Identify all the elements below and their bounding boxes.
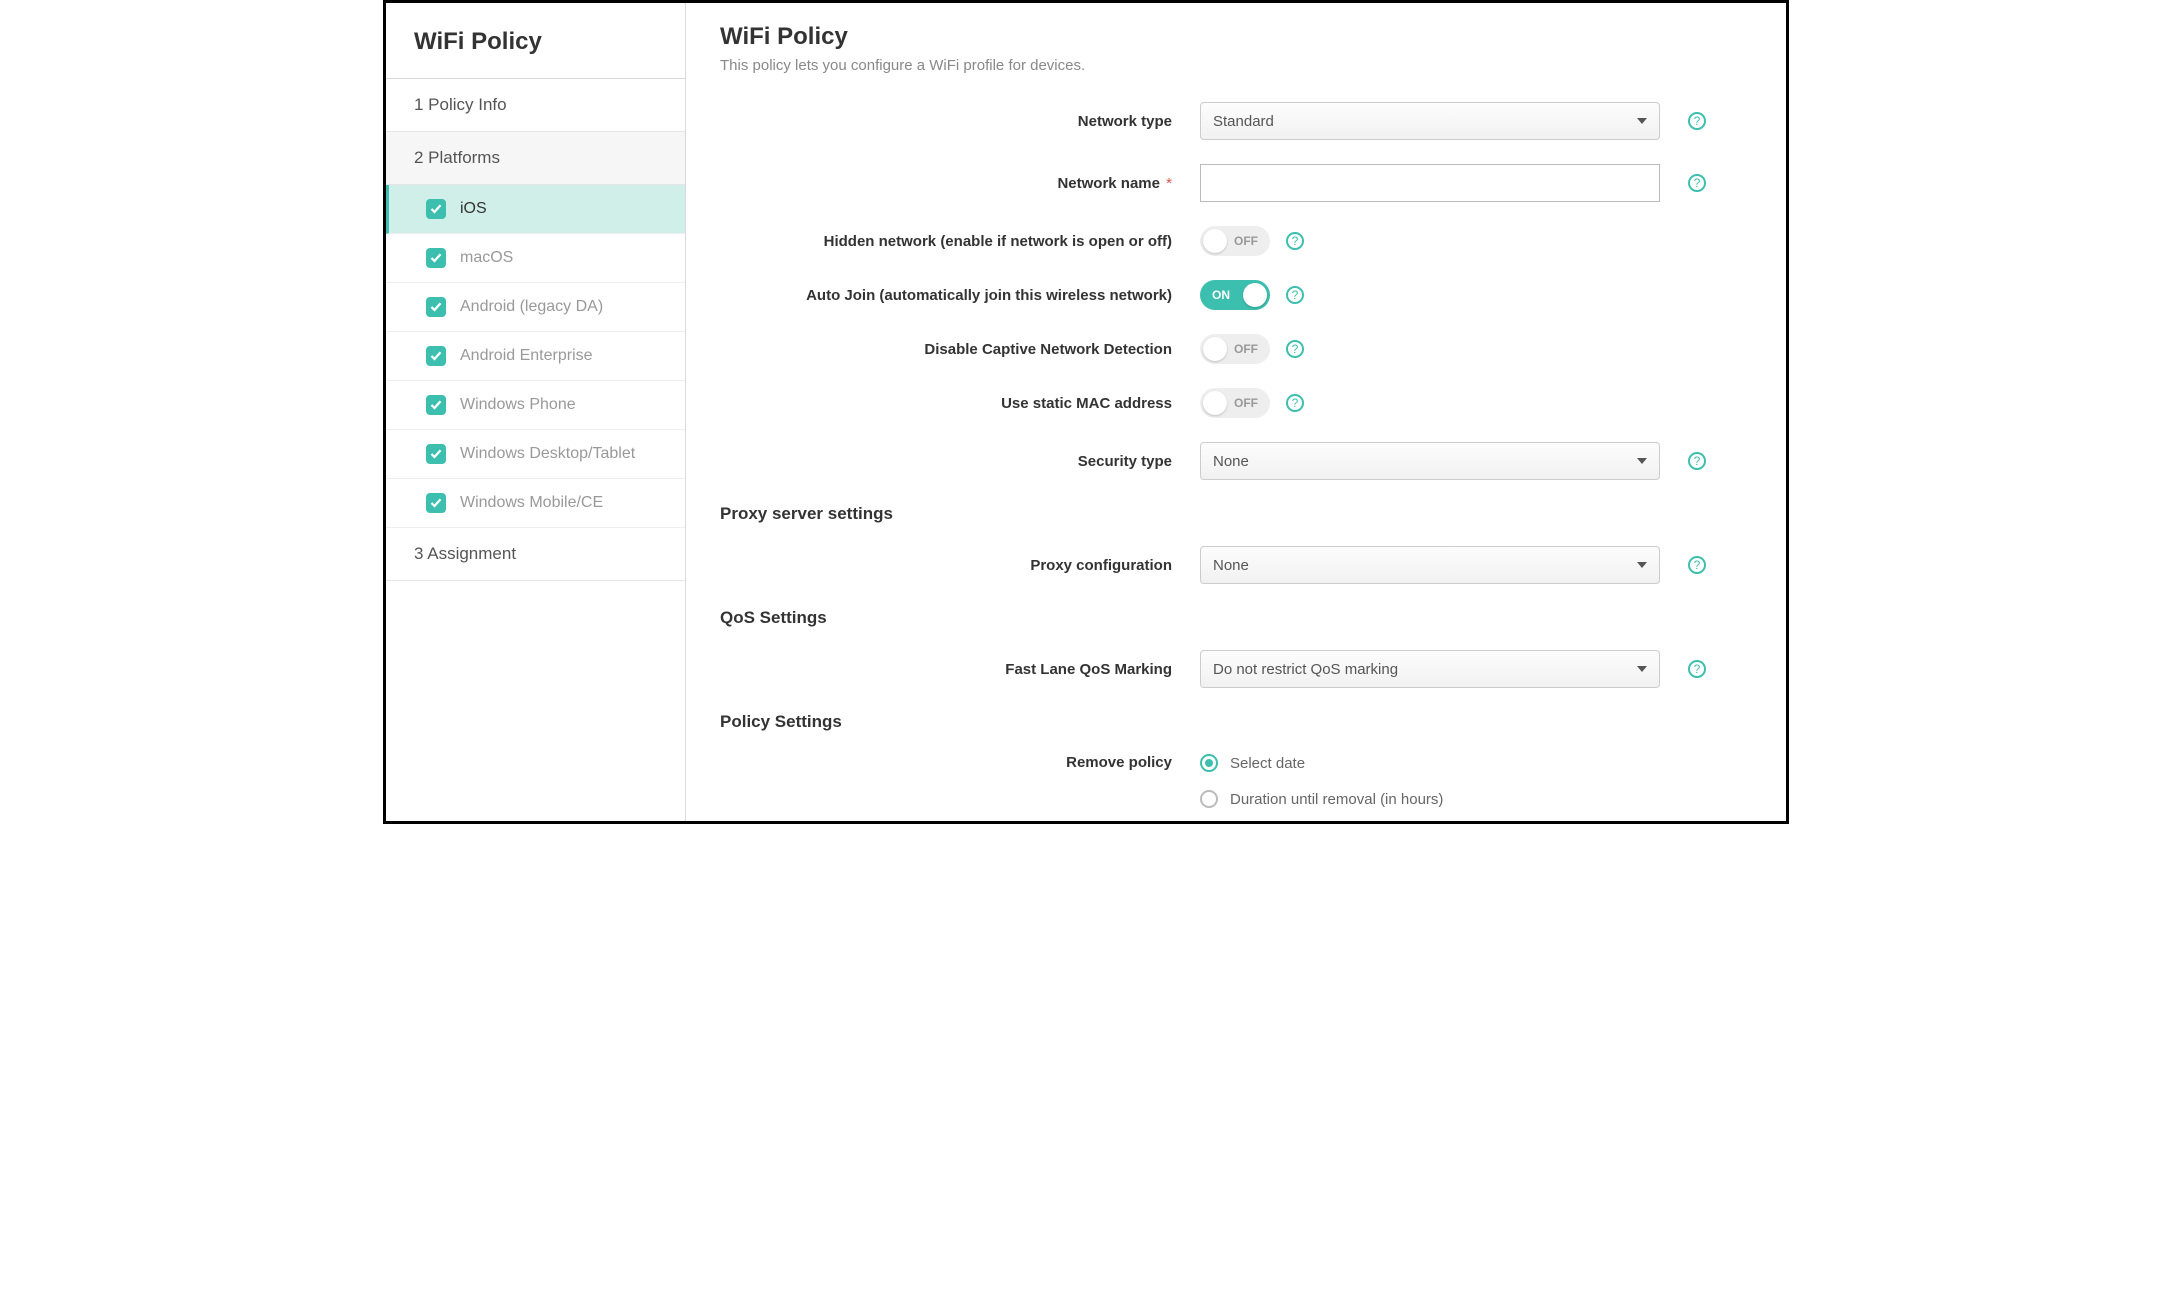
check-icon [426,248,446,268]
label-hidden-network: Hidden network (enable if network is ope… [720,233,1200,250]
label-network-type: Network type [720,113,1200,130]
help-icon[interactable]: ? [1286,286,1304,304]
select-fast-lane[interactable]: Do not restrict QoS marking [1200,650,1660,688]
check-icon [426,297,446,317]
label-proxy-config: Proxy configuration [720,557,1200,574]
help-icon[interactable]: ? [1286,232,1304,250]
platform-label: Windows Desktop/Tablet [460,445,635,463]
toggle-static-mac[interactable]: OFF [1200,388,1270,418]
platform-label: iOS [460,200,487,218]
platform-windows-phone[interactable]: Windows Phone [386,381,685,430]
page-subtitle: This policy lets you configure a WiFi pr… [720,57,1752,74]
step-assignment[interactable]: 3 Assignment [386,528,685,581]
label-static-mac: Use static MAC address [720,395,1200,412]
toggle-auto-join[interactable]: ON [1200,280,1270,310]
radio-label: Duration until removal (in hours) [1230,791,1443,808]
toggle-knob [1203,229,1227,253]
chevron-down-icon [1637,458,1647,464]
select-proxy-config[interactable]: None [1200,546,1660,584]
platform-label: Windows Phone [460,396,576,414]
help-icon[interactable]: ? [1688,112,1706,130]
page-title: WiFi Policy [720,23,1752,51]
label-security-type: Security type [720,453,1200,470]
section-proxy: Proxy server settings [720,504,1752,524]
input-network-name[interactable] [1200,164,1660,202]
sidebar-title: WiFi Policy [386,3,685,79]
help-icon[interactable]: ? [1688,174,1706,192]
platform-label: Android Enterprise [460,347,593,365]
radio-label: Select date [1230,755,1305,772]
select-network-type[interactable]: Standard [1200,102,1660,140]
section-qos: QoS Settings [720,608,1752,628]
help-icon[interactable]: ? [1286,394,1304,412]
platform-macos[interactable]: macOS [386,234,685,283]
check-icon [426,395,446,415]
platform-label: Windows Mobile/CE [460,494,603,512]
required-marker: * [1162,175,1172,192]
section-policy-settings: Policy Settings [720,712,1752,732]
toggle-knob [1203,391,1227,415]
label-network-name: Network name * [720,175,1200,192]
chevron-down-icon [1637,118,1647,124]
label-disable-captive: Disable Captive Network Detection [720,341,1200,358]
platform-label: Android (legacy DA) [460,298,603,316]
radio-select-date[interactable]: Select date [1200,754,1305,772]
toggle-disable-captive[interactable]: OFF [1200,334,1270,364]
check-icon [426,444,446,464]
radio-icon [1200,790,1218,808]
select-value: Do not restrict QoS marking [1213,661,1398,678]
radio-duration[interactable]: Duration until removal (in hours) [1200,790,1443,808]
platform-windows-desktop[interactable]: Windows Desktop/Tablet [386,430,685,479]
radio-icon [1200,754,1218,772]
sidebar: WiFi Policy 1 Policy Info 2 Platforms iO… [386,3,686,821]
platform-android-legacy[interactable]: Android (legacy DA) [386,283,685,332]
help-icon[interactable]: ? [1688,660,1706,678]
toggle-knob [1243,283,1267,307]
check-icon [426,346,446,366]
help-icon[interactable]: ? [1688,452,1706,470]
select-security-type[interactable]: None [1200,442,1660,480]
step-policy-info[interactable]: 1 Policy Info [386,79,685,132]
select-value: None [1213,557,1249,574]
main-panel: WiFi Policy This policy lets you configu… [686,3,1786,821]
label-auto-join: Auto Join (automatically join this wirel… [720,287,1200,304]
select-value: Standard [1213,113,1274,130]
select-value: None [1213,453,1249,470]
label-remove-policy: Remove policy [720,754,1200,771]
toggle-knob [1203,337,1227,361]
label-fast-lane: Fast Lane QoS Marking [720,661,1200,678]
platform-ios[interactable]: iOS [386,185,685,234]
chevron-down-icon [1637,666,1647,672]
help-icon[interactable]: ? [1688,556,1706,574]
platform-windows-mobile[interactable]: Windows Mobile/CE [386,479,685,528]
platform-android-enterprise[interactable]: Android Enterprise [386,332,685,381]
check-icon [426,199,446,219]
platform-label: macOS [460,249,513,267]
help-icon[interactable]: ? [1286,340,1304,358]
toggle-hidden-network[interactable]: OFF [1200,226,1270,256]
step-platforms[interactable]: 2 Platforms [386,132,685,185]
check-icon [426,493,446,513]
chevron-down-icon [1637,562,1647,568]
